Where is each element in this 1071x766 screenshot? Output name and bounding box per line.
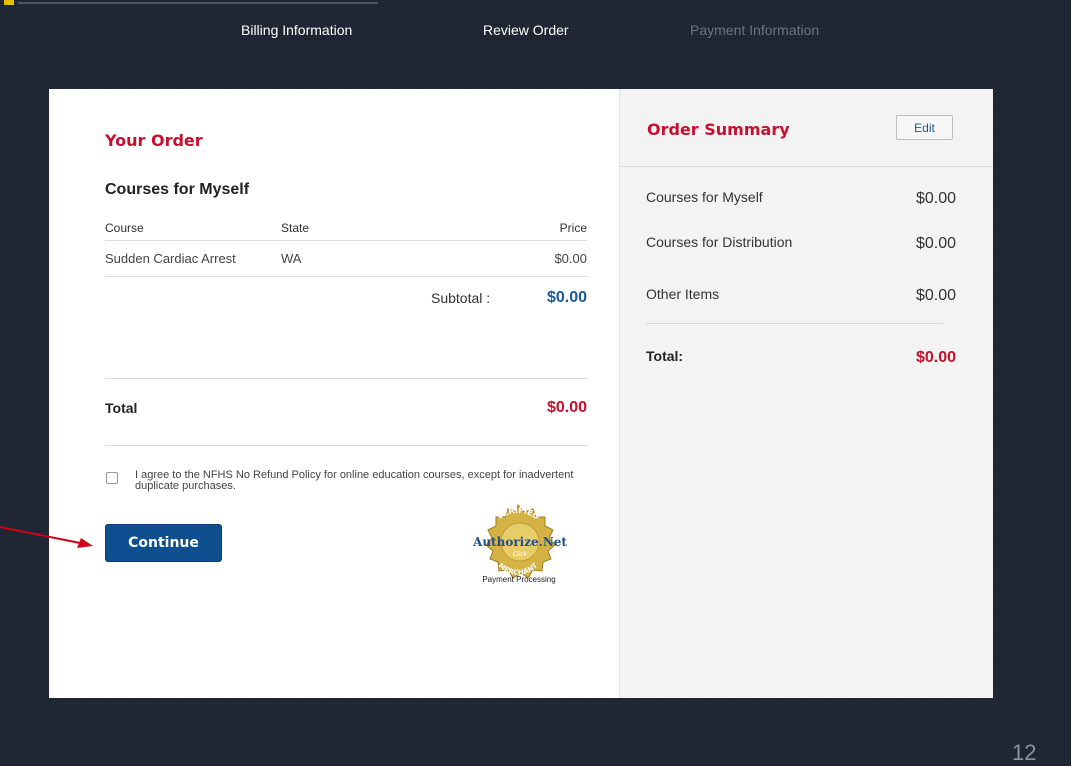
seal-brand: Authorize.Net <box>472 535 567 549</box>
summary-row: Courses for Myself $0.00 <box>646 189 956 207</box>
row-course: Sudden Cardiac Arrest <box>105 251 236 266</box>
summary-row-value: $0.00 <box>915 287 956 304</box>
folder-icon <box>4 0 14 5</box>
your-order-title: Your Order <box>105 131 203 150</box>
step-review-order[interactable]: Review Order <box>483 22 569 38</box>
authorize-net-seal[interactable]: VERIFIED Authorize.Net Click MERCHANT <box>469 503 567 599</box>
address-strip <box>18 2 378 4</box>
column-course: Course <box>105 221 144 235</box>
payment-processing-caption: Payment Processing <box>482 575 556 584</box>
column-state: State <box>281 221 310 235</box>
subtotal-label: Subtotal : <box>431 290 491 306</box>
agree-checkbox[interactable] <box>106 472 118 484</box>
agree-text: I agree to the NFHS No Refund Policy for… <box>135 469 574 492</box>
total-value: $0.00 <box>546 399 587 416</box>
order-summary-panel: Order Summary Edit Courses for Myself $0… <box>619 89 993 698</box>
row-price: $0.00 <box>554 251 587 266</box>
row-state: WA <box>281 251 302 266</box>
summary-row-value: $0.00 <box>915 190 956 207</box>
slide-number: 12 <box>1012 740 1037 765</box>
summary-total: Total: $0.00 <box>646 348 956 366</box>
table-header: Course State Price <box>105 218 587 241</box>
summary-row-label: Courses for Distribution <box>646 234 793 250</box>
checkout-card: Your Order Courses for Myself Course Sta… <box>49 89 993 698</box>
column-price: Price <box>559 221 587 235</box>
divider <box>105 378 587 379</box>
table-row: Sudden Cardiac Arrest WA $0.00 <box>105 248 587 277</box>
step-billing-information[interactable]: Billing Information <box>241 22 352 38</box>
your-order-panel: Your Order Courses for Myself Course Sta… <box>49 89 619 698</box>
edit-button[interactable]: Edit <box>896 115 953 140</box>
summary-header: Order Summary Edit <box>620 89 993 167</box>
step-payment-information: Payment Information <box>690 22 820 38</box>
order-summary-title: Order Summary <box>647 120 790 139</box>
summary-row: Other Items $0.00 <box>646 286 956 304</box>
summary-row-label: Other Items <box>646 286 720 302</box>
red-arrow-icon <box>0 526 93 548</box>
total-label: Total <box>105 400 138 416</box>
divider <box>646 323 943 324</box>
courses-section-title: Courses for Myself <box>105 181 250 198</box>
checkout-steps: Billing Information Review Order Payment… <box>0 22 1071 42</box>
summary-total-label: Total: <box>646 348 684 364</box>
divider <box>105 445 587 446</box>
subtotal-value: $0.00 <box>546 289 587 306</box>
summary-row: Courses for Distribution $0.00 <box>646 234 956 252</box>
continue-button[interactable]: Continue <box>105 524 222 562</box>
summary-total-value: $0.00 <box>915 349 956 366</box>
summary-row-value: $0.00 <box>915 235 956 252</box>
seal-click-text: Click <box>513 551 528 558</box>
top-strip <box>0 0 1071 8</box>
summary-row-label: Courses for Myself <box>646 189 763 205</box>
